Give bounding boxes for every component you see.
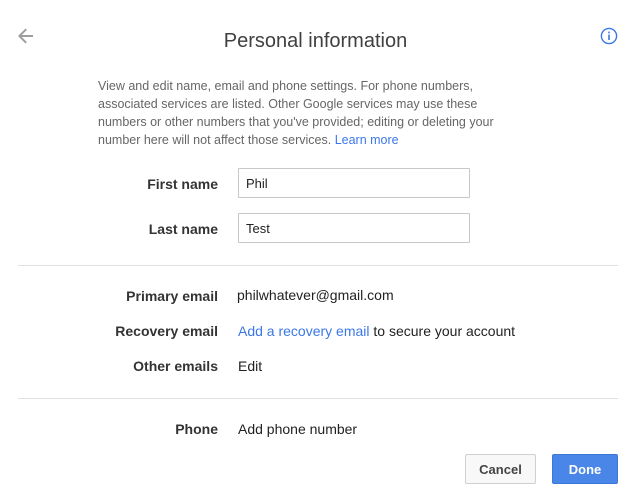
section-divider: [18, 398, 618, 399]
cancel-button[interactable]: Cancel: [465, 454, 536, 484]
last-name-input[interactable]: [238, 213, 470, 243]
learn-more-link[interactable]: Learn more: [335, 133, 399, 147]
info-button[interactable]: [598, 25, 620, 47]
recovery-email-suffix: to secure your account: [369, 323, 516, 339]
add-phone-number-link[interactable]: Add phone number: [238, 421, 357, 437]
info-icon: [600, 27, 618, 45]
page-title: Personal information: [223, 30, 408, 52]
section-divider: [18, 265, 618, 266]
primary-email-value: philwhatever@gmail.com: [237, 287, 394, 303]
recovery-email-label: Recovery email: [115, 323, 218, 339]
phone-label: Phone: [175, 421, 218, 437]
done-button[interactable]: Done: [552, 454, 618, 484]
edit-other-emails-link[interactable]: Edit: [238, 358, 262, 374]
add-recovery-email-link[interactable]: Add a recovery email: [238, 323, 370, 339]
other-emails-label: Other emails: [133, 358, 218, 374]
last-name-label: Last name: [148, 221, 218, 237]
description-text: View and edit name, email and phone sett…: [98, 77, 518, 149]
primary-email-label: Primary email: [126, 288, 218, 304]
first-name-input[interactable]: [238, 168, 470, 198]
description-body: View and edit name, email and phone sett…: [98, 79, 494, 147]
first-name-label: First name: [147, 176, 218, 192]
recovery-email-row: Add a recovery email to secure your acco…: [238, 323, 515, 339]
